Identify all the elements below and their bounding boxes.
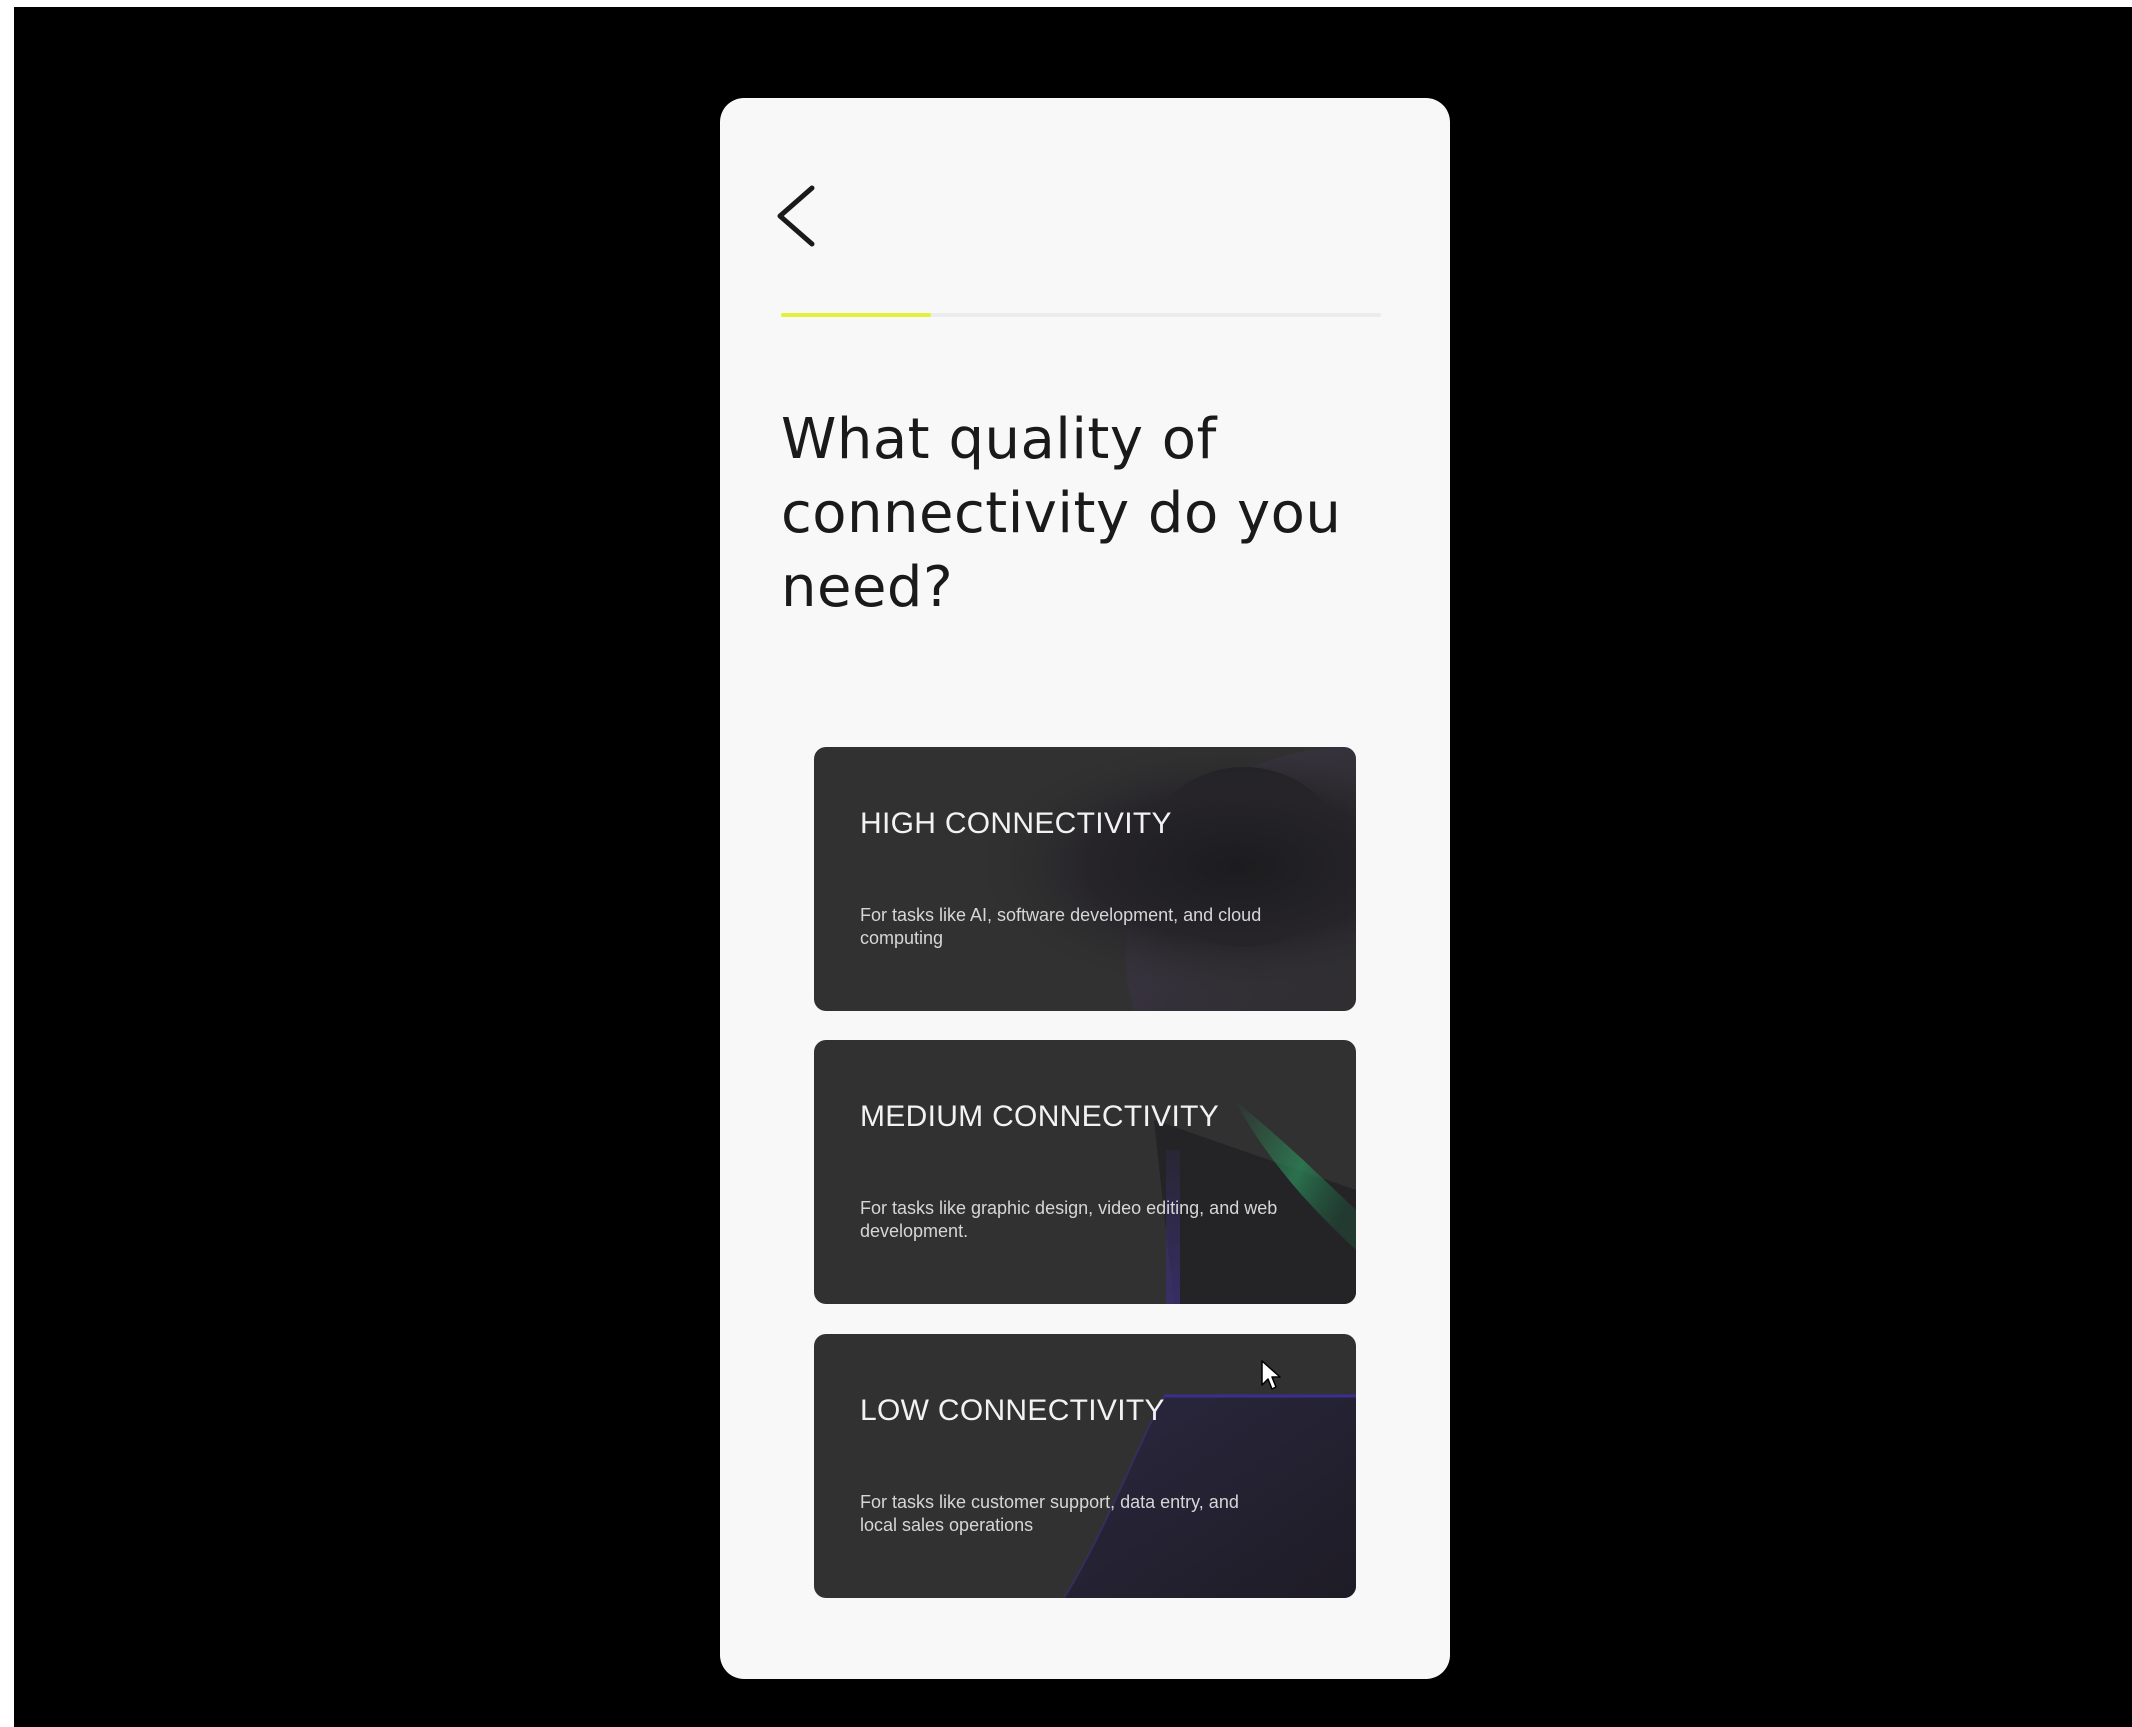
option-title: LOW CONNECTIVITY xyxy=(860,1394,1165,1427)
card-background-art xyxy=(1154,1100,1356,1304)
option-description: For tasks like graphic design, video edi… xyxy=(860,1198,1278,1241)
card-background-art xyxy=(814,747,1356,1011)
chevron-left-icon xyxy=(777,185,815,247)
option-description: For tasks like customer support, data en… xyxy=(860,1492,1239,1535)
back-button[interactable] xyxy=(760,176,830,256)
progress-bar-fill xyxy=(781,313,931,317)
option-title: MEDIUM CONNECTIVITY xyxy=(860,1100,1220,1133)
option-title: HIGH CONNECTIVITY xyxy=(860,807,1172,840)
option-card-high-connectivity[interactable]: HIGH CONNECTIVITY For tasks like AI, sof… xyxy=(814,747,1356,1011)
mouse-cursor-icon xyxy=(1261,1360,1281,1390)
backdrop: What quality of connectivity do you need… xyxy=(14,7,2132,1727)
progress-bar xyxy=(781,313,1381,317)
option-card-medium-connectivity[interactable]: MEDIUM CONNECTIVITY For tasks like graph… xyxy=(814,1040,1356,1304)
page-title: What quality of connectivity do you need… xyxy=(781,407,1342,620)
mobile-screen: What quality of connectivity do you need… xyxy=(720,98,1450,1679)
option-description: For tasks like AI, software development,… xyxy=(860,905,1262,948)
